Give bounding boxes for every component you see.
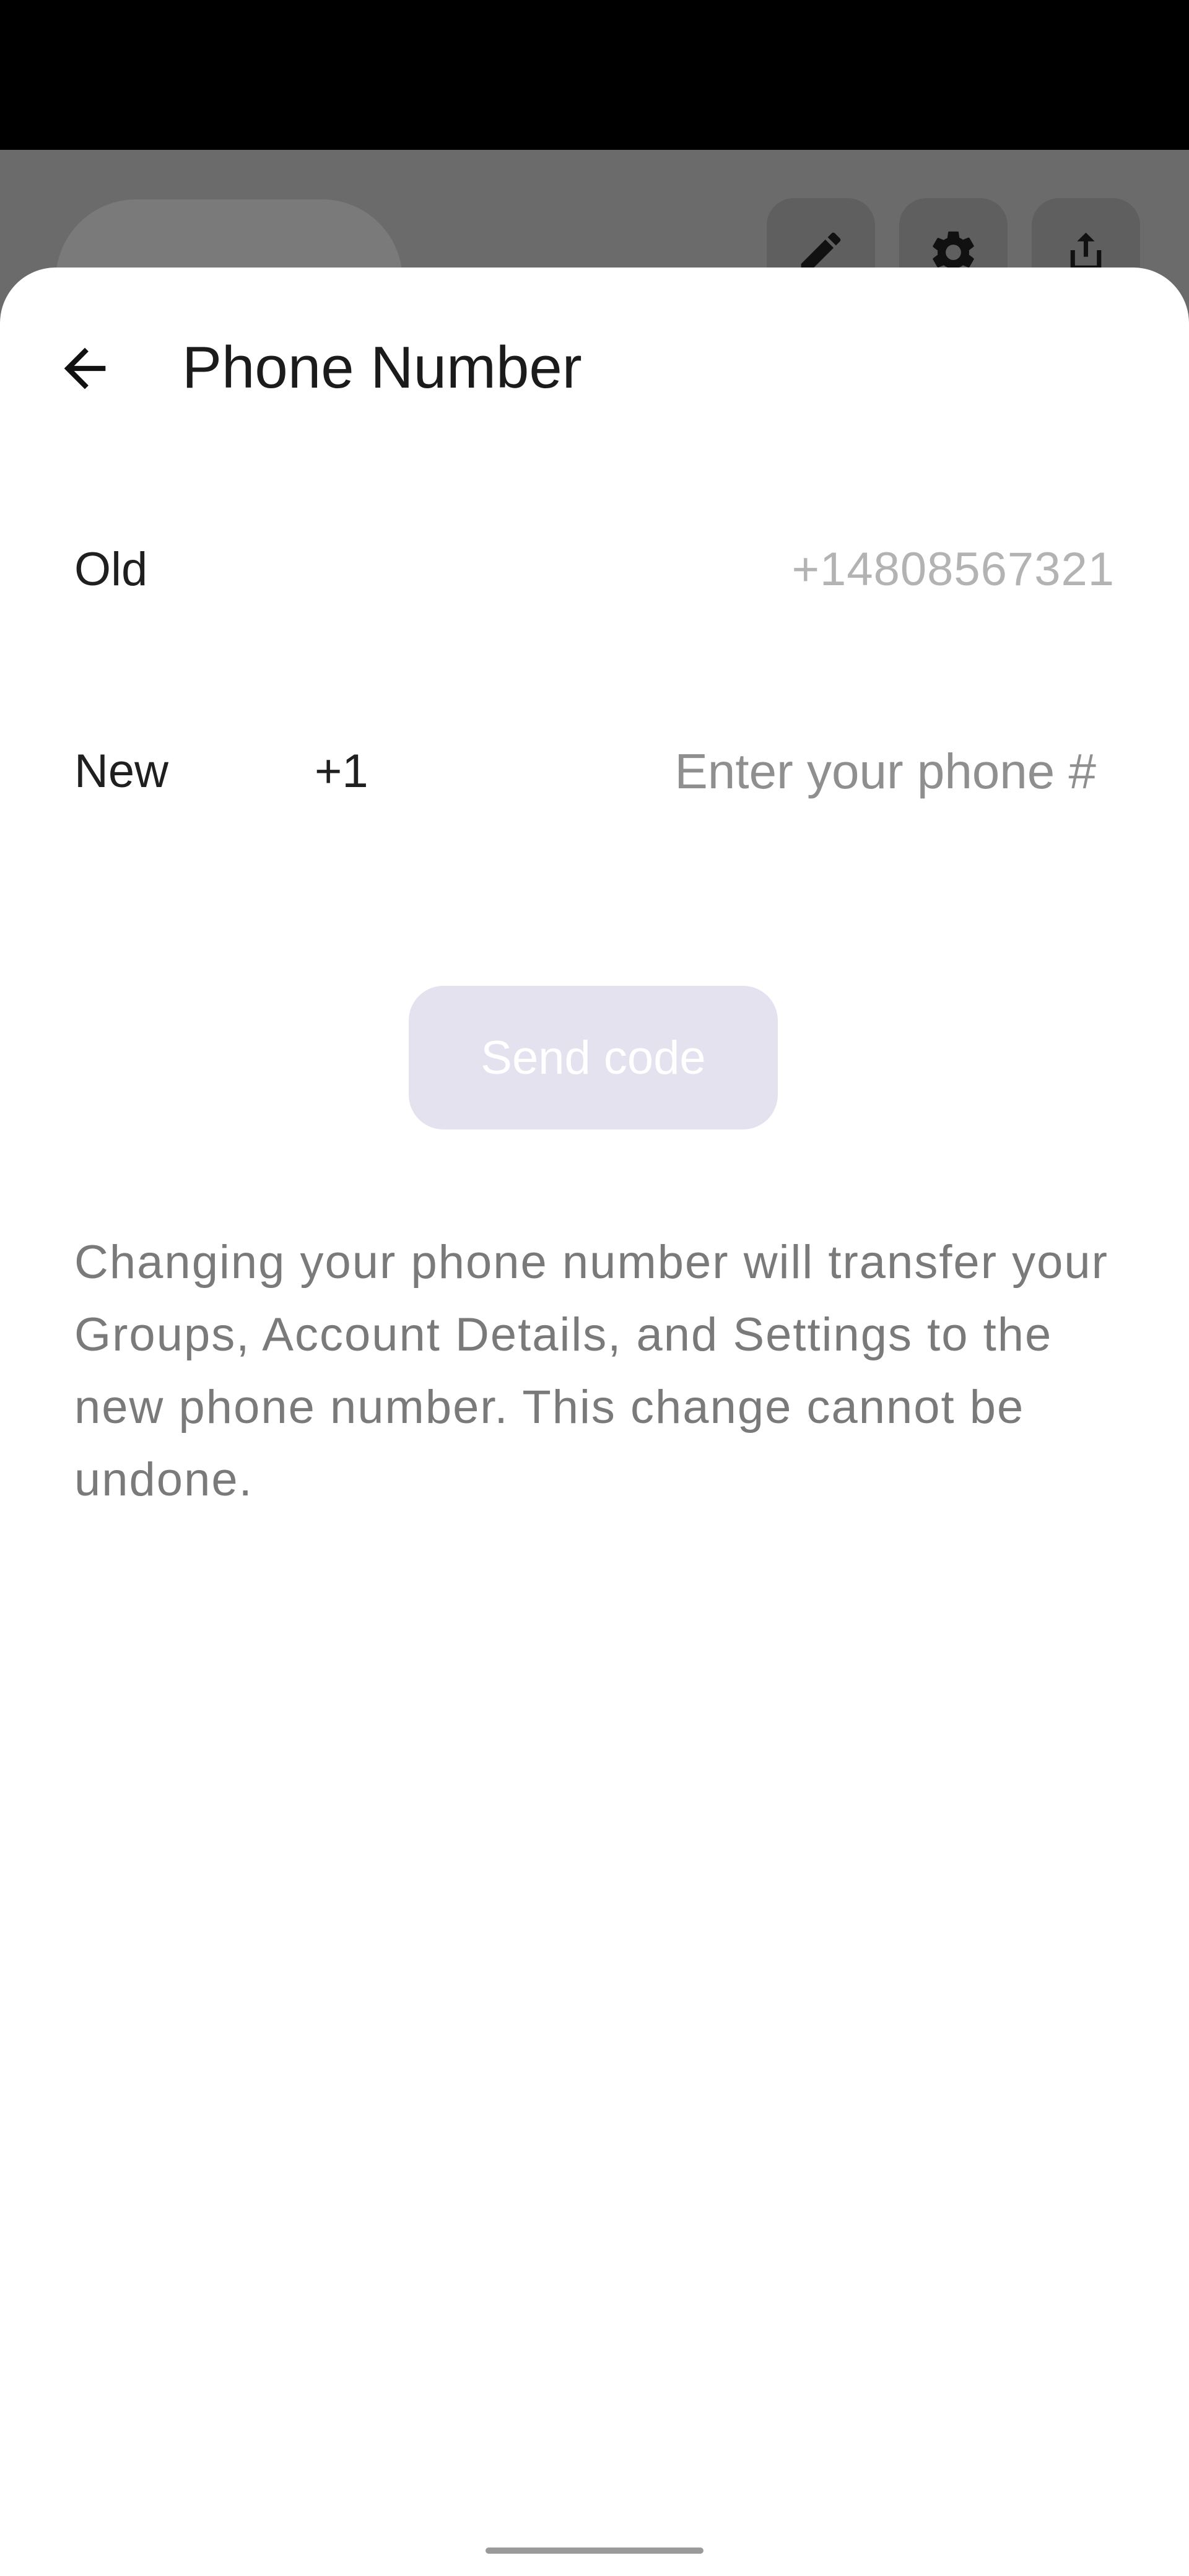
send-code-button[interactable]: Send code <box>409 986 778 1129</box>
new-number-label: New <box>74 745 169 798</box>
country-code-selector[interactable]: +1 <box>315 741 368 803</box>
old-number-label: Old <box>74 543 148 596</box>
change-number-info-text: Changing your phone number will transfer… <box>74 1236 1108 1506</box>
screen: Phone Number Old +14808567321 New +1 Sen… <box>0 0 1189 2576</box>
old-number-value: +14808567321 <box>791 543 1115 596</box>
home-indicator[interactable] <box>486 2548 703 2554</box>
status-bar <box>0 0 1189 150</box>
phone-number-sheet: Phone Number Old +14808567321 New +1 Sen… <box>0 268 1189 2576</box>
back-button[interactable] <box>45 328 125 409</box>
page-title: Phone Number <box>182 334 582 401</box>
arrow-left-icon <box>64 347 106 389</box>
phone-number-input[interactable] <box>613 733 1096 810</box>
